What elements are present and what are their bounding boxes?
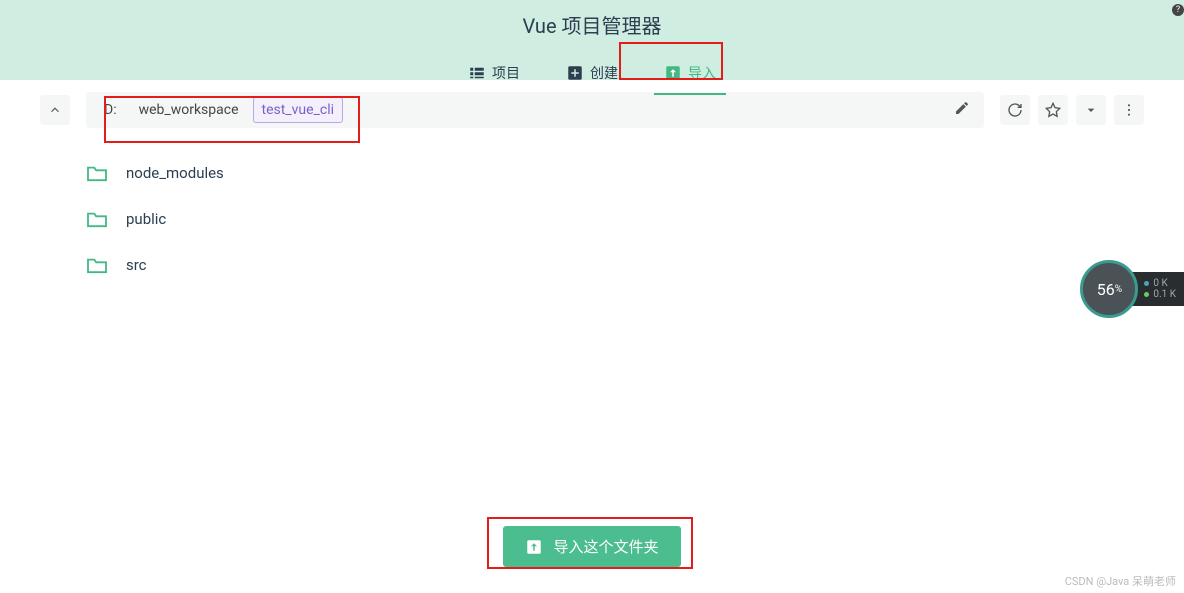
parent-folder-button[interactable] [40, 95, 70, 125]
favorites-dropdown-button[interactable] [1076, 95, 1106, 125]
help-icon[interactable]: ? [1172, 4, 1184, 16]
list-item[interactable]: node_modules [86, 150, 1098, 196]
tab-import[interactable]: 导入 [656, 57, 724, 93]
list-item[interactable]: src [86, 242, 1098, 288]
performance-widget: 56% 0 K 0.1 K [1080, 260, 1184, 318]
perf-circle: 56% [1080, 260, 1138, 318]
watermark: CSDN @Java 呆萌老师 [1065, 573, 1176, 589]
folder-name: node_modules [126, 164, 224, 182]
folder-list: node_modules public src [0, 140, 1184, 298]
path-segment[interactable]: web_workspace [131, 98, 247, 122]
app-header: Vue 项目管理器 项目 创建 导入 ? [0, 0, 1184, 80]
tab-create[interactable]: 创建 [558, 57, 626, 93]
list-icon [468, 64, 486, 82]
list-item[interactable]: public [86, 196, 1098, 242]
folder-name: src [126, 256, 147, 274]
path-segment[interactable]: D: [96, 98, 125, 122]
footer: 导入这个文件夹 [0, 526, 1184, 567]
import-box-icon [525, 538, 543, 556]
import-folder-button[interactable]: 导入这个文件夹 [503, 526, 680, 567]
tab-active-underline [654, 93, 726, 95]
tab-label: 导入 [688, 63, 716, 83]
perf-unit: % [1115, 284, 1122, 295]
perf-down: 0.1 K [1153, 289, 1176, 300]
refresh-button[interactable] [1000, 95, 1030, 125]
import-button-label: 导入这个文件夹 [553, 536, 658, 557]
folder-icon [86, 210, 108, 228]
perf-value: 56 [1097, 280, 1115, 299]
folder-icon [86, 256, 108, 274]
tab-label: 项目 [492, 63, 520, 83]
app-title: Vue 项目管理器 [0, 0, 1184, 39]
plus-box-icon [566, 64, 584, 82]
import-box-icon [664, 64, 682, 82]
tab-projects[interactable]: 项目 [460, 57, 528, 93]
path-segment-active[interactable]: test_vue_cli [253, 97, 344, 123]
more-button[interactable] [1114, 95, 1144, 125]
folder-name: public [126, 210, 166, 228]
perf-up: 0 K [1153, 278, 1167, 289]
folder-icon [86, 164, 108, 182]
tabs: 项目 创建 导入 [0, 57, 1184, 93]
path-bar: D: web_workspace test_vue_cli [86, 92, 984, 128]
favorite-button[interactable] [1038, 95, 1068, 125]
edit-path-icon[interactable] [950, 96, 974, 124]
tab-label: 创建 [590, 63, 618, 83]
